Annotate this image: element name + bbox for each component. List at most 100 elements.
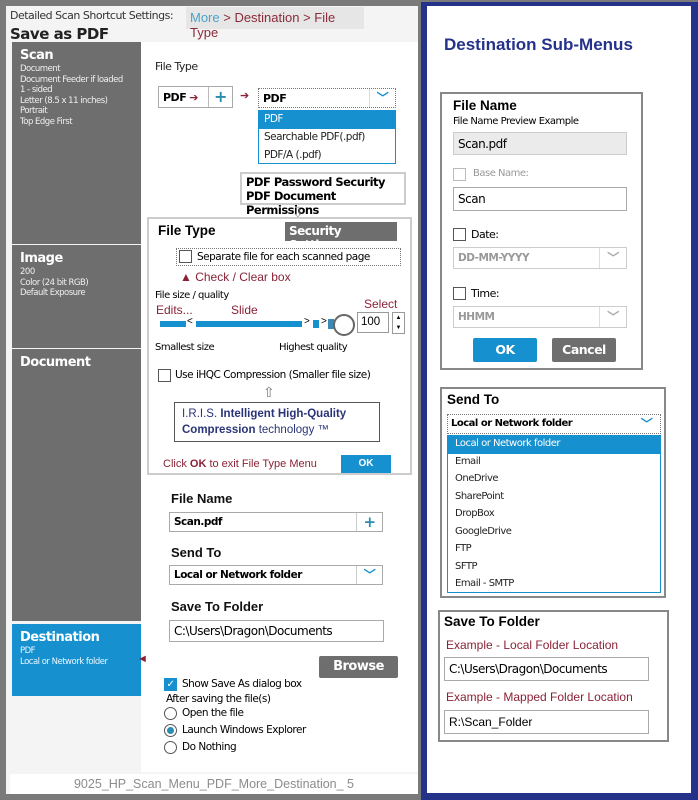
sidebar-detail: Document [20,64,61,74]
iris-text: technology ™ [255,424,330,436]
sidebar-detail: Document Feeder if loaded [20,74,123,85]
select-hint: Select [364,297,398,311]
image-caption: 9025_HP_Scan_Menu_PDF_More_Destination_ … [10,774,418,794]
iris-callout: I.R.I.S. Intelligent High-Quality Compre… [174,402,380,442]
page-title: Save as PDF [10,25,109,43]
chevron-down-icon[interactable]: ﹀ [633,415,660,433]
radio-button[interactable] [164,707,177,720]
dropdown-option[interactable]: SharePoint [448,489,660,507]
file-type-panel-title: File Type [158,223,216,238]
ihqc-checkbox-row[interactable]: Use iHQC Compression (Smaller file size) [158,369,371,382]
checkbox[interactable] [453,287,466,300]
date-format-select[interactable]: DD-MM-YYYY ﹀ [453,247,627,269]
checkbox-label: Base Name: [473,168,529,179]
dropdown-option[interactable]: Searchable PDF(.pdf) [259,129,395,147]
base-name-input[interactable]: Scan [453,187,627,211]
checkbox[interactable] [158,369,171,382]
dropdown-option[interactable]: DropBox [448,506,660,524]
dropdown-option[interactable]: SFTP [448,559,660,577]
sidebar-item-scan[interactable]: Scan Document Document Feeder if loaded … [12,42,141,244]
iris-text: I.R.I.S. [182,408,221,420]
local-folder-input[interactable]: C:\Users\Dragon\Documents [444,657,649,681]
sidebar-item-document[interactable]: Document [12,349,141,621]
hint-text-bold: OK [189,458,207,470]
browse-button[interactable]: Browse [319,656,398,678]
breadcrumb-more[interactable]: More [190,10,220,25]
chevron-down-icon[interactable]: ﹀ [599,248,626,268]
file-name-field[interactable]: Scan.pdf + [169,512,383,532]
dropdown-option[interactable]: Email [448,454,660,472]
dropdown-option[interactable]: Local or Network folder [448,436,660,454]
spin-down-icon[interactable]: ▼ [393,323,404,333]
header-caption: Detailed Scan Shortcut Settings: [10,9,174,22]
size-quality-label: File size / quality [155,290,229,301]
quality-input[interactable]: 100 [357,312,389,333]
slider-thumb[interactable] [333,314,355,336]
slider-segment [196,321,302,327]
checkbox[interactable] [453,228,466,241]
callout-line: PDF Document Permissions [246,189,336,217]
sidebar-detail: Portrait [20,106,48,116]
radio-open-file[interactable]: Open the file [164,707,244,720]
ok-hint: Click OK to exit File Type Menu [163,458,317,470]
save-to-folder-field[interactable]: C:\Users\Dragon\Documents [169,620,384,642]
file-type-selected: PDF [263,92,287,105]
security-settings-button[interactable]: Security Settings [285,222,397,252]
sidebar-title: Image [20,251,63,266]
send-to-submenu-select[interactable]: Local or Network folder ﹀ [447,414,661,434]
smallest-size-label: Smallest size [155,342,215,353]
date-checkbox-row[interactable]: Date: [453,228,499,241]
mapped-folder-example-label: Example - Mapped Folder Location [446,690,633,704]
sidebar-item-image[interactable]: Image 200 Color (24 bit RGB) Default Exp… [12,245,141,348]
quality-spinner[interactable]: ▲ ▼ [392,312,405,334]
preview-label: File Name Preview Example [453,116,579,127]
sidebar-detail: 1 - sided [20,85,53,95]
send-to-value: Local or Network folder [174,569,302,581]
chevron-down-icon[interactable]: ﹀ [599,307,626,327]
checkbox[interactable] [179,250,192,263]
ok-button[interactable]: OK [341,455,391,473]
show-save-as-checkbox-row[interactable]: ✓ Show Save As dialog box [164,678,302,691]
chevron-down-icon[interactable]: ﹀ [356,566,382,584]
security-callout: PDF Password Security PDF Document Permi… [240,172,406,217]
chevron-down-icon[interactable]: ﹀ [369,89,395,107]
dropdown-option[interactable]: Email - SMTP [448,576,660,594]
file-type-select[interactable]: PDF ﹀ [258,88,396,108]
highest-quality-label: Highest quality [279,342,348,353]
dropdown-option[interactable]: FTP [448,541,660,559]
plus-icon[interactable]: + [356,513,382,531]
plus-icon[interactable]: + [208,87,232,107]
check-hint: ▲ Check / Clear box [180,270,291,284]
send-to-select[interactable]: Local or Network folder ﹀ [169,565,383,585]
separate-file-checkbox-row[interactable]: Separate file for each scanned page [176,248,401,266]
dropdown-option[interactable]: PDF [259,111,395,129]
slider-segment [313,320,319,328]
time-checkbox-row[interactable]: Time: [453,287,500,300]
arrow-right-icon: ➔ [240,90,250,102]
dropdown-option[interactable]: PDF/A (.pdf) [259,147,395,165]
hint-text: Click [163,458,190,470]
radio-launch-explorer[interactable]: Launch Windows Explorer [164,724,306,737]
checkbox-label: Use iHQC Compression (Smaller file size) [175,369,371,381]
dropdown-option[interactable]: OneDrive [448,471,660,489]
file-type-dropdown: PDF Searchable PDF(.pdf) PDF/A (.pdf) [258,110,396,164]
chevron-left-icon: < [187,316,193,327]
hint-text: to exit File Type Menu [206,458,317,470]
radio-button[interactable] [164,724,177,737]
checkbox-label: Date: [471,228,499,241]
base-name-checkbox-row[interactable]: Base Name: [453,168,529,181]
send-to-label: Send To [171,545,222,560]
ok-button[interactable]: OK [473,338,537,362]
time-format-select[interactable]: HHMM ﹀ [453,306,627,328]
cancel-button[interactable]: Cancel [552,338,616,362]
file-type-chip[interactable]: PDF ➔ + [158,86,233,108]
check-icon[interactable]: ✓ [164,678,177,691]
checkbox[interactable] [453,168,466,181]
sidebar-item-destination[interactable]: Destination PDF Local or Network folder [12,624,141,696]
spin-up-icon[interactable]: ▲ [393,313,404,323]
mapped-folder-input[interactable]: R:\Scan_Folder [444,710,649,734]
radio-button[interactable] [164,741,177,754]
radio-do-nothing[interactable]: Do Nothing [164,741,237,754]
arrow-up-icon: ▲ [180,270,196,284]
dropdown-option[interactable]: GoogleDrive [448,524,660,542]
